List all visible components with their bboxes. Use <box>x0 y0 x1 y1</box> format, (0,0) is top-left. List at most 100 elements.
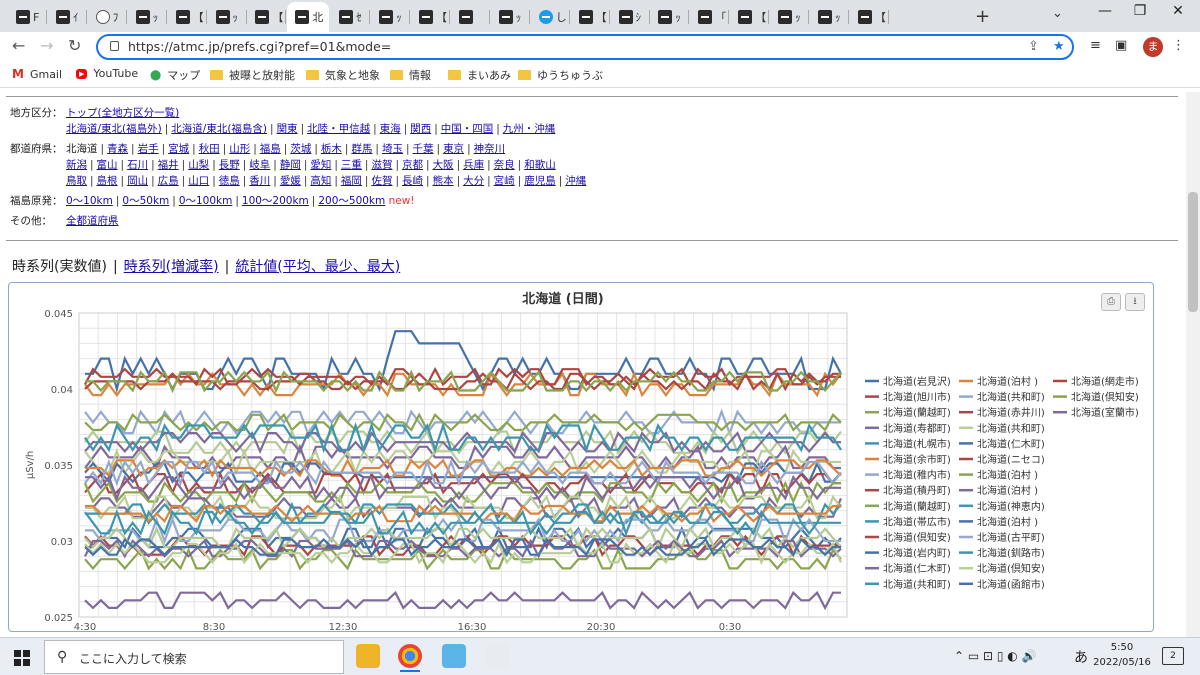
app-icon[interactable] <box>442 644 466 668</box>
file-explorer-icon[interactable] <box>356 644 380 668</box>
nav-link[interactable]: 千葉 <box>413 143 434 155</box>
minimize-icon[interactable]: — <box>1090 3 1120 19</box>
restore-icon[interactable]: ❐ <box>1125 3 1155 19</box>
nav-link[interactable]: 関東 <box>277 123 298 135</box>
nav-link[interactable]: 青森 <box>107 143 128 155</box>
tab-search-icon[interactable]: ⌄ <box>1052 6 1063 21</box>
chrome-icon[interactable] <box>398 644 422 672</box>
nav-link[interactable]: 200～500km <box>318 195 385 207</box>
browser-tab[interactable]: し <box>531 4 570 30</box>
nav-link[interactable]: 石川 <box>127 159 148 171</box>
nav-link[interactable]: 滋賀 <box>371 159 392 171</box>
nav-link[interactable]: 和歌山 <box>524 159 556 171</box>
print-icon[interactable]: ⎙ <box>1101 293 1121 311</box>
bookmark-folder[interactable]: 被曝と放射能 <box>210 67 295 83</box>
url-text[interactable]: https://atmc.jp/prefs.cgi?pref=01&mode= <box>128 39 391 54</box>
nav-link[interactable]: 100～200km <box>242 195 309 207</box>
nav-link[interactable]: 香川 <box>249 175 270 187</box>
share-icon[interactable]: ⇪ <box>1028 39 1039 54</box>
browser-tab[interactable]: 【 <box>571 4 610 30</box>
browser-tab[interactable]: 【 <box>247 4 287 30</box>
nav-link[interactable]: 山梨 <box>188 159 209 171</box>
region-top-link[interactable]: トップ(全地方区分一覧) <box>66 107 179 119</box>
nav-link[interactable]: 愛知 <box>310 159 331 171</box>
nav-link[interactable]: 大分 <box>463 175 484 187</box>
reload-icon[interactable]: ↻ <box>68 36 81 55</box>
browser-tab[interactable]: ｼ <box>611 4 650 30</box>
bookmark-folder[interactable]: 情報 <box>390 67 431 83</box>
browser-tab[interactable]: ﾌ <box>88 4 127 30</box>
nav-link[interactable]: 群馬 <box>351 143 372 155</box>
nav-link[interactable]: 岐阜 <box>249 159 270 171</box>
nav-link[interactable]: 長崎 <box>402 175 423 187</box>
nav-link[interactable]: 0～10km <box>66 195 113 207</box>
nav-link[interactable]: 三重 <box>341 159 362 171</box>
browser-tab[interactable] <box>451 4 490 30</box>
start-button[interactable] <box>14 650 30 666</box>
browser-tab[interactable]: 【 <box>168 4 207 30</box>
nav-link[interactable]: 福岡 <box>341 175 362 187</box>
download-icon[interactable]: ⭳ <box>1125 293 1145 311</box>
browser-tab[interactable]: ｯ <box>770 4 810 30</box>
new-tab-button[interactable]: + <box>975 6 990 27</box>
address-bar[interactable]: https://atmc.jp/prefs.cgi?pref=01&mode= … <box>96 34 1074 60</box>
browser-tab[interactable]: ｯ <box>810 4 849 30</box>
nav-link[interactable]: 北海道/東北(福島含) <box>171 123 267 135</box>
browser-tab[interactable]: F <box>8 4 47 30</box>
browser-tab[interactable]: ｯ <box>128 4 167 30</box>
bookmark-youtube[interactable]: ▶ YouTube <box>76 67 138 80</box>
browser-tab[interactable]: ｯ <box>650 4 690 30</box>
nav-link[interactable]: 鹿児島 <box>524 175 556 187</box>
ime-indicator[interactable]: あ <box>1074 647 1088 667</box>
page-scrollbar[interactable] <box>1186 92 1200 637</box>
nav-link[interactable]: 宮崎 <box>494 175 515 187</box>
scroll-thumb[interactable] <box>1188 192 1198 312</box>
notification-center-icon[interactable]: 2 <box>1162 647 1184 665</box>
nav-link[interactable]: 静岡 <box>280 159 301 171</box>
close-window-icon[interactable]: ✕ <box>1163 3 1193 19</box>
browser-tab[interactable]: ｾ <box>331 4 371 30</box>
browser-tab[interactable]: ｯ <box>208 4 247 30</box>
nav-link[interactable]: 神奈川 <box>474 143 506 155</box>
bookmark-folder[interactable]: 気象と地象 <box>306 67 380 83</box>
nav-link[interactable]: 島根 <box>97 175 118 187</box>
nav-link[interactable]: 長野 <box>219 159 240 171</box>
nav-link[interactable]: 埼玉 <box>382 143 403 155</box>
reading-list-icon[interactable]: ≡ <box>1090 38 1101 53</box>
taskbar-search[interactable]: ⚲ ここに入力して検索 <box>44 640 344 674</box>
browser-tab[interactable]: ｲ <box>48 4 87 30</box>
tab-active[interactable]: 北✕ <box>287 2 330 32</box>
nav-link[interactable]: 福井 <box>158 159 179 171</box>
nav-link[interactable]: 宮城 <box>168 143 189 155</box>
nav-link[interactable]: 福島 <box>260 143 281 155</box>
nav-link[interactable]: 熊本 <box>433 175 454 187</box>
nav-link[interactable]: 徳島 <box>219 175 240 187</box>
browser-tab[interactable]: 【 <box>411 4 450 30</box>
nav-link[interactable]: 栃木 <box>321 143 342 155</box>
app-icon-2[interactable] <box>486 644 510 668</box>
back-icon[interactable]: ← <box>12 36 25 55</box>
nav-link[interactable]: 東京 <box>443 143 464 155</box>
nav-link[interactable]: 佐賀 <box>371 175 392 187</box>
bookmark-folder[interactable]: まいあみ <box>448 67 511 83</box>
profile-avatar[interactable]: ま <box>1143 37 1163 57</box>
all-prefs-link[interactable]: 全都道府県 <box>66 215 119 227</box>
nav-link[interactable]: 広島 <box>158 175 179 187</box>
nav-link[interactable]: 大阪 <box>433 159 454 171</box>
tray-icons[interactable]: ⌃ ▭ ⊡ ▯ ◐ 🔊 <box>954 649 1037 663</box>
browser-tab[interactable]: 【 <box>850 4 889 30</box>
browser-tab[interactable]: 【 <box>730 4 770 30</box>
nav-link[interactable]: 新潟 <box>66 159 87 171</box>
bookmark-maps[interactable]: ⬤ マップ <box>150 67 200 83</box>
nav-link[interactable]: 岩手 <box>138 143 159 155</box>
nav-link[interactable]: 高知 <box>310 175 331 187</box>
nav-link[interactable]: 九州・沖縄 <box>503 123 556 135</box>
nav-link[interactable]: 秋田 <box>199 143 220 155</box>
view-tab-growth[interactable]: 時系列(増減率) <box>124 259 219 275</box>
forward-icon[interactable]: → <box>40 36 53 55</box>
browser-tab[interactable]: 「 <box>690 4 730 30</box>
nav-link[interactable]: 茨城 <box>290 143 311 155</box>
side-panel-icon[interactable]: ▣ <box>1115 38 1127 53</box>
nav-link[interactable]: 沖縄 <box>565 175 586 187</box>
nav-link[interactable]: 0～100km <box>179 195 233 207</box>
